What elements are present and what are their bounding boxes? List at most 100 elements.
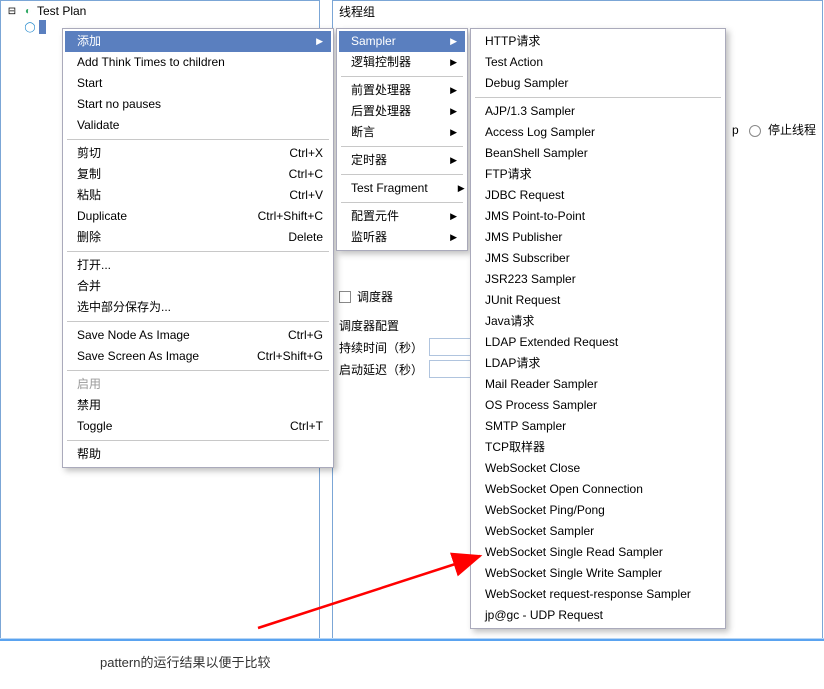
context-menu: 添加▶Add Think Times to childrenStartStart…	[62, 28, 334, 468]
context-menu-separator	[67, 251, 329, 252]
context-menu-separator	[67, 440, 329, 441]
context-menu-item: 启用	[65, 374, 331, 395]
stop-thread-label: 停止线程	[768, 123, 816, 137]
submenu-arrow-icon: ▶	[450, 55, 457, 70]
context-menu-item-label: 粘贴	[77, 188, 259, 203]
sampler-submenu-item-label: AJP/1.3 Sampler	[485, 104, 715, 119]
add-submenu-item[interactable]: 逻辑控制器 ▶	[339, 52, 465, 73]
context-menu-shortcut: Ctrl+G	[288, 328, 323, 343]
context-menu-shortcut: Ctrl+T	[290, 419, 323, 434]
sampler-submenu-item[interactable]: Mail Reader Sampler	[473, 374, 723, 395]
context-menu-item[interactable]: 选中部分保存为...	[65, 297, 331, 318]
sampler-submenu-item[interactable]: Access Log Sampler	[473, 122, 723, 143]
sampler-submenu-item[interactable]: JUnit Request	[473, 290, 723, 311]
context-menu-shortcut: Ctrl+Shift+C	[258, 209, 323, 224]
add-submenu-item[interactable]: 后置处理器▶	[339, 101, 465, 122]
sampler-submenu-item-label: Access Log Sampler	[485, 125, 715, 140]
context-menu-item[interactable]: 删除Delete	[65, 227, 331, 248]
sampler-submenu-item[interactable]: AJP/1.3 Sampler	[473, 101, 723, 122]
divider-line	[0, 639, 824, 641]
context-menu-shortcut: Ctrl+X	[289, 146, 323, 161]
add-submenu-item-label: Sampler	[351, 34, 420, 49]
stop-thread-radio[interactable]	[749, 125, 761, 137]
sampler-submenu-item-label: Mail Reader Sampler	[485, 377, 715, 392]
context-menu-item[interactable]: 粘贴Ctrl+V	[65, 185, 331, 206]
sampler-submenu-item[interactable]: WebSocket request-response Sampler	[473, 584, 723, 605]
context-menu-item[interactable]: 禁用	[65, 395, 331, 416]
add-submenu-item-label: 配置元件	[351, 209, 420, 224]
sampler-submenu-item-label: WebSocket Ping/Pong	[485, 503, 715, 518]
context-menu-item-label: Duplicate	[77, 209, 228, 224]
sampler-submenu-item[interactable]: JMS Publisher	[473, 227, 723, 248]
context-menu-separator	[67, 370, 329, 371]
context-menu-item[interactable]: Toggle Ctrl+T	[65, 416, 331, 437]
context-menu-item[interactable]: 帮助	[65, 444, 331, 465]
context-menu-item-label: 删除	[77, 230, 258, 245]
add-submenu-item[interactable]: Test Fragment▶	[339, 178, 465, 199]
sampler-submenu-item[interactable]: SMTP Sampler	[473, 416, 723, 437]
sampler-submenu-item[interactable]: WebSocket Open Connection	[473, 479, 723, 500]
sampler-submenu-item[interactable]: WebSocket Sampler	[473, 521, 723, 542]
tree-root-row[interactable]: ⊟ ◐ Test Plan	[5, 3, 315, 19]
add-submenu-item-label: 逻辑控制器	[351, 55, 420, 70]
context-menu-item[interactable]: 添加▶	[65, 31, 331, 52]
sampler-submenu-item[interactable]: JMS Subscriber	[473, 248, 723, 269]
add-submenu-item-label: 定时器	[351, 153, 420, 168]
sampler-submenu-item-label: WebSocket request-response Sampler	[485, 587, 715, 602]
sampler-submenu-item[interactable]: TCP取样器	[473, 437, 723, 458]
sampler-submenu-item-label: OS Process Sampler	[485, 398, 715, 413]
context-menu-item[interactable]: Start	[65, 73, 331, 94]
sampler-submenu-item[interactable]: Java请求	[473, 311, 723, 332]
sampler-submenu-item[interactable]: LDAP请求	[473, 353, 723, 374]
sampler-submenu-item[interactable]: JMS Point-to-Point	[473, 206, 723, 227]
sampler-submenu-item[interactable]: WebSocket Ping/Pong	[473, 500, 723, 521]
sampler-submenu-item[interactable]: OS Process Sampler	[473, 395, 723, 416]
scheduler-checkbox[interactable]	[339, 291, 351, 303]
delay-label: 启动延迟（秒）	[339, 361, 423, 378]
context-menu-item[interactable]: 剪切Ctrl+X	[65, 143, 331, 164]
add-submenu-separator	[341, 76, 463, 77]
add-submenu-item[interactable]: Sampler▶	[339, 31, 465, 52]
context-menu-item[interactable]: Start no pauses	[65, 94, 331, 115]
context-menu-item-label: 启用	[77, 377, 323, 392]
context-menu-item[interactable]: 合并	[65, 276, 331, 297]
context-menu-item-label: Toggle	[77, 419, 260, 434]
add-submenu-item[interactable]: 前置处理器▶	[339, 80, 465, 101]
sampler-submenu-item-label: Debug Sampler	[485, 76, 715, 91]
sampler-submenu-item[interactable]: WebSocket Close	[473, 458, 723, 479]
context-menu-item-label: 打开...	[77, 258, 323, 273]
context-menu-item[interactable]: 复制Ctrl+C	[65, 164, 331, 185]
sampler-submenu-item-label: LDAP Extended Request	[485, 335, 715, 350]
sampler-submenu-item[interactable]: BeanShell Sampler	[473, 143, 723, 164]
context-menu-item[interactable]: Duplicate Ctrl+Shift+C	[65, 206, 331, 227]
add-submenu-item-label: 监听器	[351, 230, 420, 245]
sampler-submenu-item[interactable]: Debug Sampler	[473, 73, 723, 94]
sampler-submenu-separator	[475, 97, 721, 98]
context-menu-item[interactable]: 打开...	[65, 255, 331, 276]
add-submenu-item[interactable]: 配置元件▶	[339, 206, 465, 227]
add-submenu-item[interactable]: 监听器▶	[339, 227, 465, 248]
add-submenu-separator	[341, 146, 463, 147]
context-menu-item[interactable]: Validate	[65, 115, 331, 136]
sampler-submenu-item[interactable]: HTTP请求	[473, 31, 723, 52]
add-submenu-item[interactable]: 断言▶	[339, 122, 465, 143]
submenu-arrow-icon: ▶	[458, 181, 465, 196]
add-submenu-separator	[341, 174, 463, 175]
sampler-submenu-item[interactable]: FTP请求	[473, 164, 723, 185]
sampler-submenu-item[interactable]: JSR223 Sampler	[473, 269, 723, 290]
tree-collapse-icon[interactable]: ⊟	[5, 4, 19, 18]
submenu-arrow-icon: ▶	[450, 125, 457, 140]
sampler-submenu-item[interactable]: jp@gc - UDP Request	[473, 605, 723, 626]
context-menu-item[interactable]: Save Screen As ImageCtrl+Shift+G	[65, 346, 331, 367]
sampler-submenu-item[interactable]: LDAP Extended Request	[473, 332, 723, 353]
sampler-submenu-item-label: BeanShell Sampler	[485, 146, 715, 161]
context-menu-item[interactable]: Save Node As ImageCtrl+G	[65, 325, 331, 346]
sampler-submenu-item[interactable]: WebSocket Single Read Sampler	[473, 542, 723, 563]
sampler-submenu-item[interactable]: JDBC Request	[473, 185, 723, 206]
sampler-submenu-item-label: HTTP请求	[485, 34, 715, 49]
sampler-submenu-item[interactable]: WebSocket Single Write Sampler	[473, 563, 723, 584]
sampler-submenu-item-label: WebSocket Single Read Sampler	[485, 545, 715, 560]
add-submenu-item[interactable]: 定时器▶	[339, 150, 465, 171]
sampler-submenu-item[interactable]: Test Action	[473, 52, 723, 73]
context-menu-item[interactable]: Add Think Times to children	[65, 52, 331, 73]
